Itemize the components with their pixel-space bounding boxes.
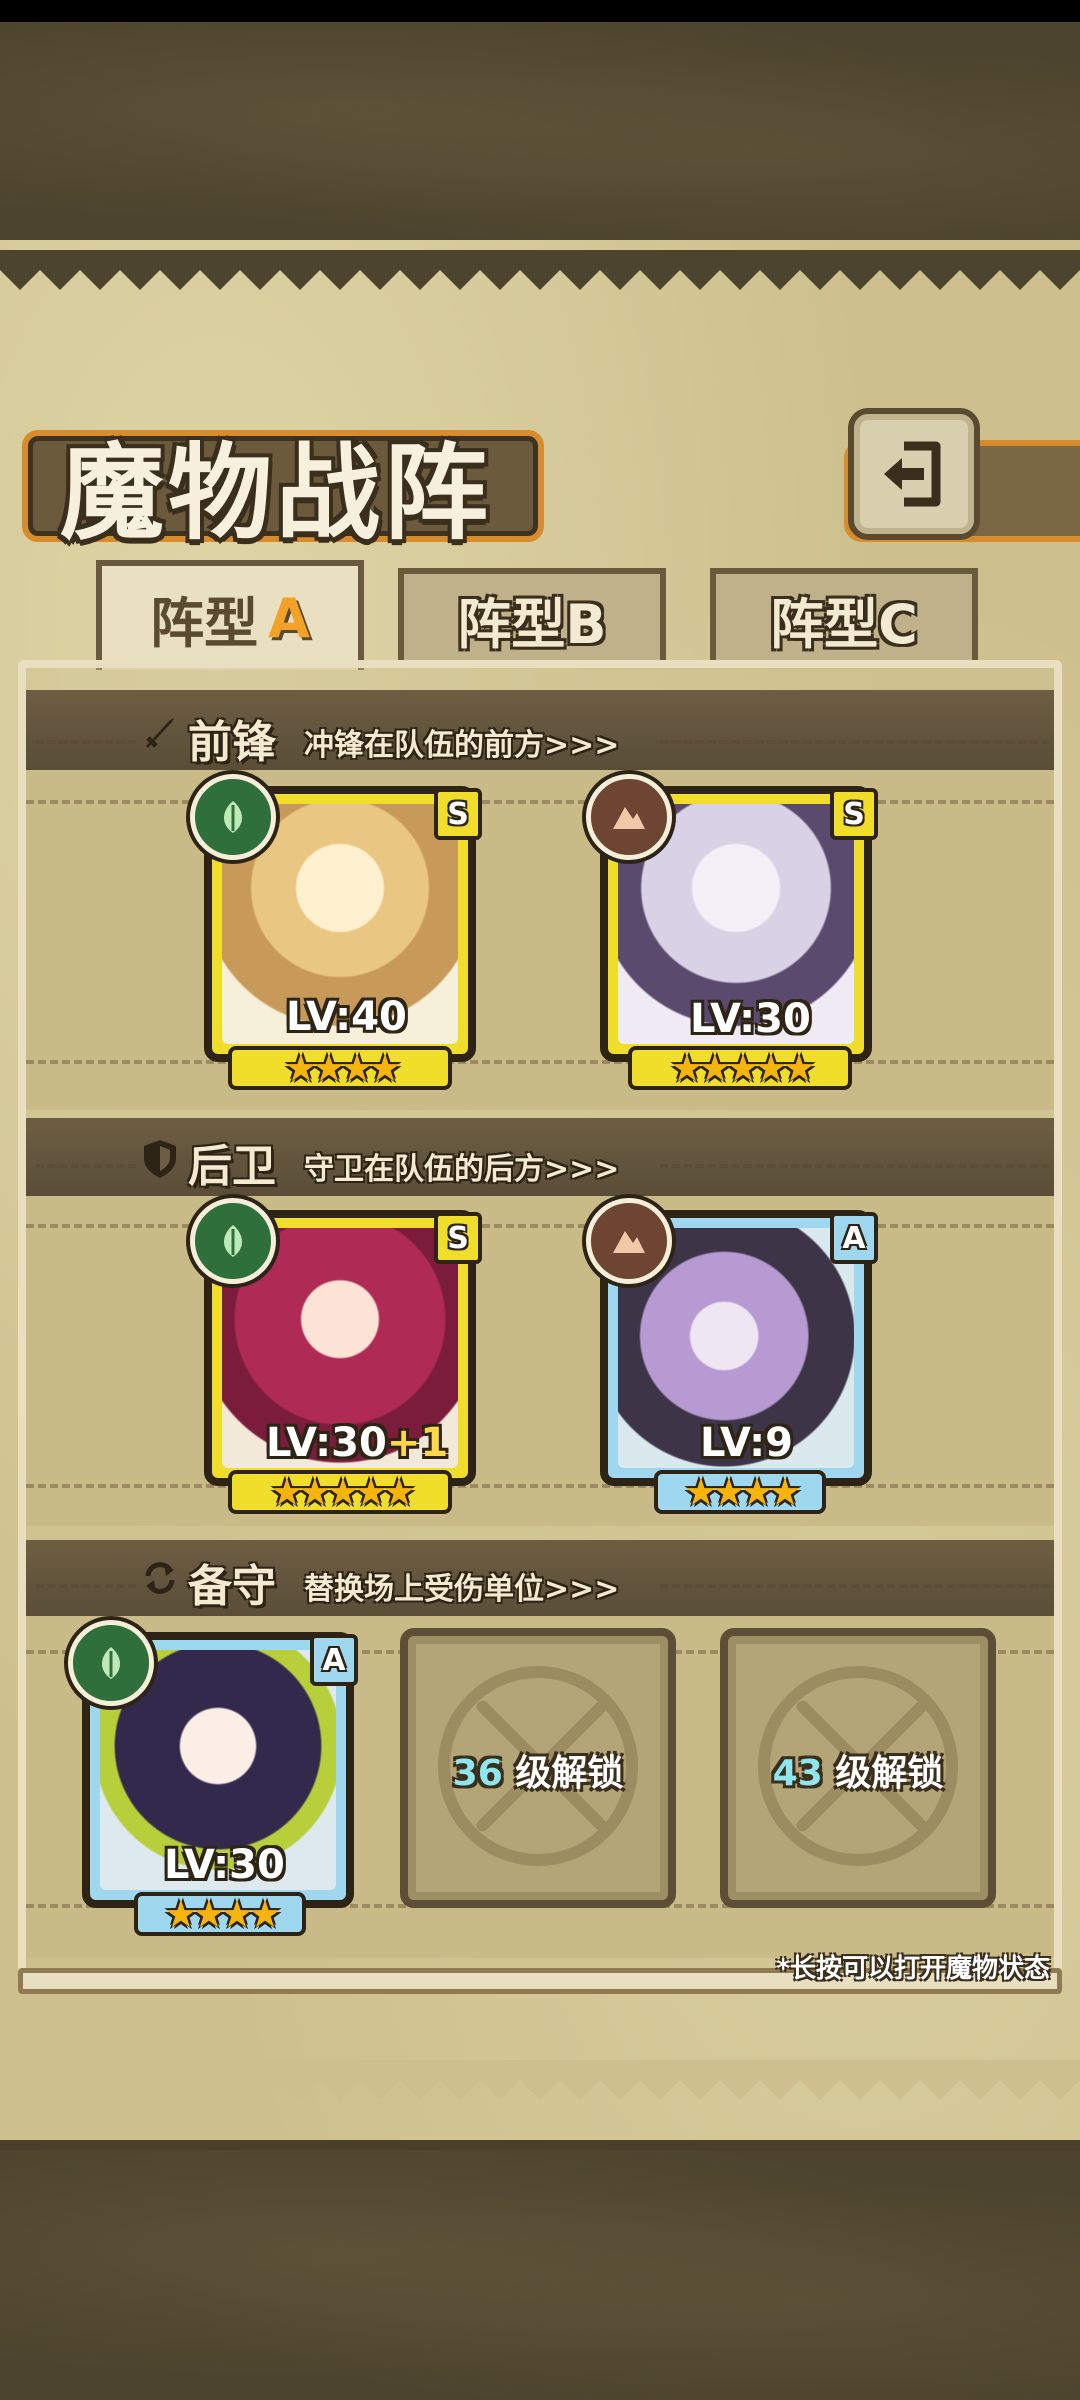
row-line — [26, 1060, 1054, 1064]
back-button[interactable] — [848, 408, 980, 540]
section-title-front: 前锋 — [188, 717, 276, 768]
stars-plate: ★★★★ — [134, 1892, 306, 1936]
map-background-bottom — [0, 2150, 1080, 2400]
rock-element-icon — [586, 774, 672, 860]
tab-formation-a[interactable]: 阵型 A — [96, 560, 364, 670]
tab-formation-b[interactable]: 阵型B — [398, 568, 666, 664]
swap-icon — [145, 1562, 175, 1594]
torn-edge-bottom — [0, 2060, 1080, 2100]
unit-level: LV:30+1 — [266, 1420, 449, 1466]
dashes — [660, 1164, 1050, 1168]
section-title-rear: 后卫 — [188, 1141, 276, 1192]
stars-plate: ★★★★ — [654, 1470, 826, 1514]
rank-badge: S — [434, 788, 482, 840]
leaf-element-icon — [68, 1620, 154, 1706]
dashes — [660, 740, 1050, 744]
status-bar — [0, 0, 1080, 22]
tab-c-label: 阵型C — [770, 592, 918, 656]
dashes — [660, 1584, 1050, 1588]
section-subtitle-reserve: 替换场上受伤单位>>> — [304, 1572, 620, 1607]
tab-a-letter: A — [268, 586, 310, 650]
star-rating: ★★★★ — [163, 1892, 282, 1936]
leaf-element-icon — [190, 1198, 276, 1284]
torn-edge-top — [0, 250, 1080, 290]
row-line — [26, 1224, 1054, 1228]
section-title-reserve: 备守 — [188, 1561, 276, 1612]
sword-icon — [146, 718, 174, 748]
dashes — [36, 1584, 136, 1588]
level-bonus: +1 — [386, 1420, 449, 1466]
stars-plate: ★★★★ — [228, 1046, 452, 1090]
stars-plate: ★★★★★ — [628, 1046, 852, 1090]
rear-row — [26, 1196, 1054, 1526]
unit-level: LV:30 — [164, 1842, 285, 1888]
shield-icon — [144, 1140, 176, 1178]
long-press-hint: *长按可以打开魔物状态 — [776, 1954, 1050, 1984]
dashes — [36, 740, 136, 744]
rank-badge: A — [830, 1212, 878, 1264]
rank-badge: A — [310, 1634, 358, 1686]
unit-level: LV:30 — [690, 996, 811, 1042]
tab-formation-c[interactable]: 阵型C — [710, 568, 978, 664]
locked-slot-2[interactable]: 43 级解锁 — [720, 1628, 996, 1908]
star-rating: ★★★★ — [283, 1046, 402, 1090]
leaf-element-icon — [190, 774, 276, 860]
star-rating: ★★★★ — [683, 1470, 802, 1514]
map-background-top — [0, 22, 1080, 242]
row-line — [26, 1484, 1054, 1488]
locked-slot-1[interactable]: 36 级解锁 — [400, 1628, 676, 1908]
unit-level: LV:40 — [286, 994, 407, 1040]
dashes — [36, 1164, 136, 1168]
rock-element-icon — [586, 1198, 672, 1284]
tab-b-label: 阵型B — [457, 592, 607, 656]
row-line — [26, 800, 1054, 804]
star-rating: ★★★★★ — [669, 1046, 816, 1090]
unit-level: LV:9 — [700, 1420, 793, 1466]
rank-badge: S — [434, 1212, 482, 1264]
unlock-requirement: 36 级解锁 — [452, 1753, 624, 1794]
star-rating: ★★★★★ — [269, 1470, 416, 1514]
stars-plate: ★★★★★ — [228, 1470, 452, 1514]
unlock-requirement: 43 级解锁 — [772, 1753, 944, 1794]
section-subtitle-rear: 守卫在队伍的后方>>> — [304, 1152, 620, 1187]
front-row — [26, 770, 1054, 1110]
tab-a-label: 阵型 — [150, 591, 259, 655]
section-subtitle-front: 冲锋在队伍的前方>>> — [304, 728, 620, 763]
page-title: 魔物战阵 — [60, 431, 493, 554]
rank-badge: S — [830, 788, 878, 840]
back-arrow-icon — [884, 441, 941, 507]
